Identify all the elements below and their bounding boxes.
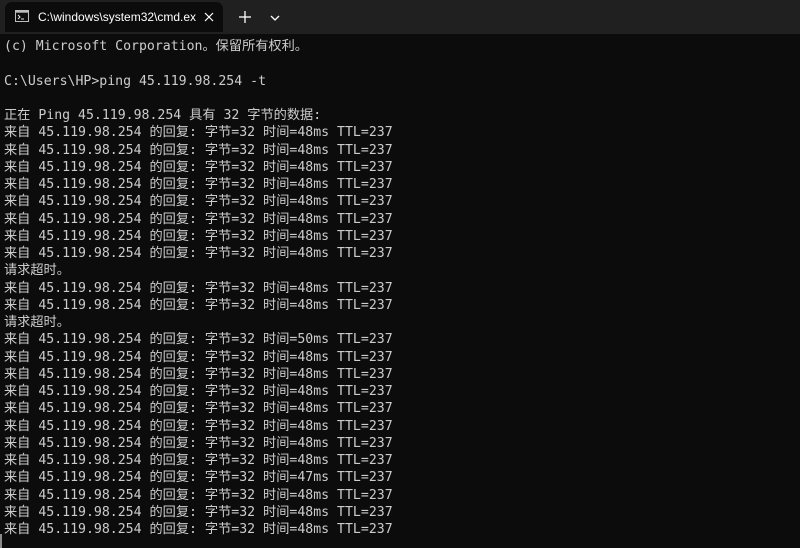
console-line: 来自 45.119.98.254 的回复: 字节=32 时间=48ms TTL=… <box>4 211 393 227</box>
console-line: 来自 45.119.98.254 的回复: 字节=32 时间=48ms TTL=… <box>4 177 393 192</box>
console-line: 来自 45.119.98.254 的回复: 字节=32 时间=48ms TTL=… <box>4 401 393 417</box>
console-line: 来自 45.119.98.254 的回复: 字节=32 时间=48ms TTL=… <box>4 487 393 503</box>
console-line: 请求超时。 <box>4 263 70 279</box>
console-line: C:\Users\HP>ping 45.119.98.254 -t <box>4 73 267 89</box>
console-line: 来自 45.119.98.254 的回复: 字节=32 时间=48ms TTL=… <box>4 125 393 141</box>
console-line: 来自 45.119.98.254 的回复: 字节=32 时间=48ms TTL=… <box>4 435 393 451</box>
cmd-terminal-icon <box>15 10 29 22</box>
console-line: 来自 45.119.98.254 的回复: 字节=32 时间=48ms TTL=… <box>4 142 393 158</box>
console-line: 来自 45.119.98.254 的回复: 字节=32 时间=48ms TTL=… <box>4 384 393 399</box>
console-line: 来自 45.119.98.254 的回复: 字节=32 时间=48ms TTL=… <box>4 280 393 296</box>
console-line: 来自 45.119.98.254 的回复: 字节=32 时间=48ms TTL=… <box>4 297 393 313</box>
terminal-window: C:\windows\system32\cmd.exe (c) Microsof… <box>0 0 800 548</box>
console-line: (c) Microsoft Corporation。保留所有权利。 <box>4 39 308 54</box>
console-line: 来自 45.119.98.254 的回复: 字节=32 时间=48ms TTL=… <box>4 504 393 520</box>
console-line: 请求超时。 <box>4 315 70 330</box>
console-line: 来自 45.119.98.254 的回复: 字节=32 时间=47ms TTL=… <box>4 470 393 486</box>
console-line: 来自 45.119.98.254 的回复: 字节=32 时间=48ms TTL=… <box>4 522 393 537</box>
console-line: 来自 45.119.98.254 的回复: 字节=32 时间=48ms TTL=… <box>4 453 393 468</box>
console-line: 来自 45.119.98.254 的回复: 字节=32 时间=48ms TTL=… <box>4 418 393 434</box>
console-line: 来自 45.119.98.254 的回复: 字节=32 时间=48ms TTL=… <box>4 159 393 175</box>
console-line: 来自 45.119.98.254 的回复: 字节=32 时间=48ms TTL=… <box>4 228 393 244</box>
console-line: 正在 Ping 45.119.98.254 具有 32 字节的数据: <box>4 108 322 123</box>
title-bar[interactable]: C:\windows\system32\cmd.exe <box>0 0 800 34</box>
console-output[interactable]: (c) Microsoft Corporation。保留所有权利。 C:\User… <box>4 38 794 548</box>
console-line: 来自 45.119.98.254 的回复: 字节=32 时间=48ms TTL=… <box>4 349 393 365</box>
chevron-down-icon[interactable] <box>266 9 284 27</box>
tab-title: C:\windows\system32\cmd.exe <box>38 10 196 24</box>
console-line: 来自 45.119.98.254 的回复: 字节=32 时间=48ms TTL=… <box>4 246 393 261</box>
console-line: 来自 45.119.98.254 的回复: 字节=32 时间=48ms TTL=… <box>4 194 393 210</box>
console-line: 来自 45.119.98.254 的回复: 字节=32 时间=50ms TTL=… <box>4 332 393 348</box>
tab-cmd[interactable]: C:\windows\system32\cmd.exe <box>5 2 223 32</box>
text-cursor <box>0 534 2 548</box>
console-line: 来自 45.119.98.254 的回复: 字节=32 时间=48ms TTL=… <box>4 366 393 382</box>
close-icon[interactable] <box>201 9 217 25</box>
plus-icon[interactable] <box>236 8 254 26</box>
